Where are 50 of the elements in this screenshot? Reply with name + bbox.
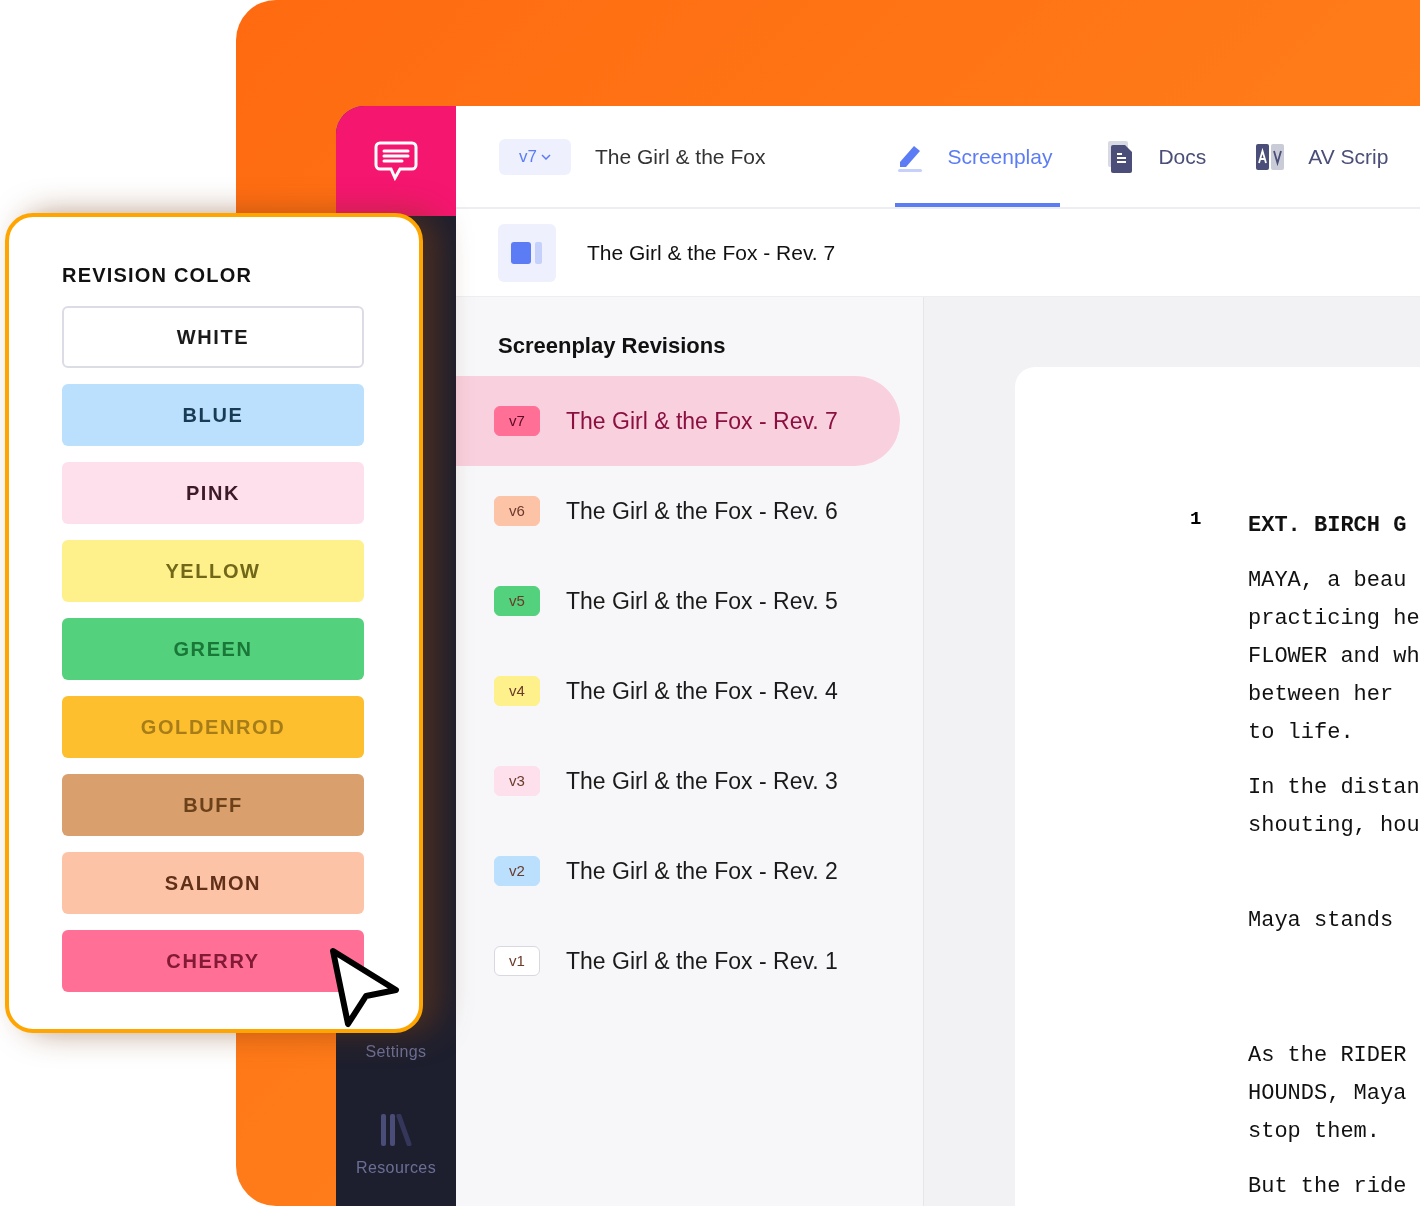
script-line: In the distan [1248,774,1420,802]
script-line: MAYA, a beau [1248,567,1408,595]
script-line: But the ride [1248,1173,1408,1201]
panel-icon [511,241,543,264]
section-heading: Screenplay Revisions [497,332,727,360]
revision-item[interactable]: v1 The Girl & the Fox - Rev. 1 [456,916,900,1006]
script-line: between her [1248,681,1395,709]
script-line: practicing he [1248,605,1420,633]
version-badge: v1 [494,946,540,976]
color-option[interactable]: YELLOW [62,540,364,602]
version-badge: v5 [494,586,540,616]
tab[interactable]: Screenplay [895,106,1061,207]
script-line: to life. [1248,719,1355,747]
books-icon [379,1114,413,1146]
script-line: Maya stands [1248,907,1395,935]
scene-heading: EXT. BIRCH G [1248,512,1408,540]
version-badge: v6 [494,496,540,526]
version-badge: v2 [494,856,540,886]
revision-item[interactable]: v5 The Girl & the Fox - Rev. 5 [456,556,900,646]
av-icon [1256,143,1285,170]
color-option[interactable]: BUFF [62,774,364,836]
version-badge: v4 [494,676,540,706]
color-option[interactable]: SALMON [62,852,364,914]
pointer-icon [328,946,402,1030]
script-line: stop them. [1248,1118,1382,1146]
version-badge: v7 [494,406,540,436]
chat-icon [374,140,418,182]
script-line: As the RIDER [1248,1042,1408,1070]
script-line: HOUNDS, Maya [1248,1080,1408,1108]
revision-item[interactable]: v7 The Girl & the Fox - Rev. 7 [456,376,900,466]
revision-item[interactable]: v2 The Girl & the Fox - Rev. 2 [456,826,900,916]
document-icon [1108,140,1135,173]
color-option[interactable]: PINK [62,462,364,524]
tab[interactable]: Docs [1106,106,1209,207]
scene-number: 1 [1190,507,1203,532]
revision-item[interactable]: v3 The Girl & the Fox - Rev. 3 [456,736,900,826]
project-title: The Girl & the Fox [595,143,766,170]
color-option[interactable]: CHERRY [62,930,364,992]
logo-tile[interactable] [336,106,456,216]
revision-item[interactable]: v4 The Girl & the Fox - Rev. 4 [456,646,900,736]
version-badge: v3 [494,766,540,796]
tab[interactable]: AV Scrip [1254,106,1391,207]
color-option[interactable]: BLUE [62,384,364,446]
color-option[interactable]: WHITE [62,306,364,368]
script-line: shouting, hou [1248,812,1420,840]
script-line: FLOWER and wh [1248,643,1420,671]
document-title: The Girl & the Fox - Rev. 7 [587,239,836,266]
caret-icon [541,153,551,160]
revision-item[interactable]: v6 The Girl & the Fox - Rev. 6 [456,466,900,556]
popup-heading: REVISION COLOR [62,263,254,288]
